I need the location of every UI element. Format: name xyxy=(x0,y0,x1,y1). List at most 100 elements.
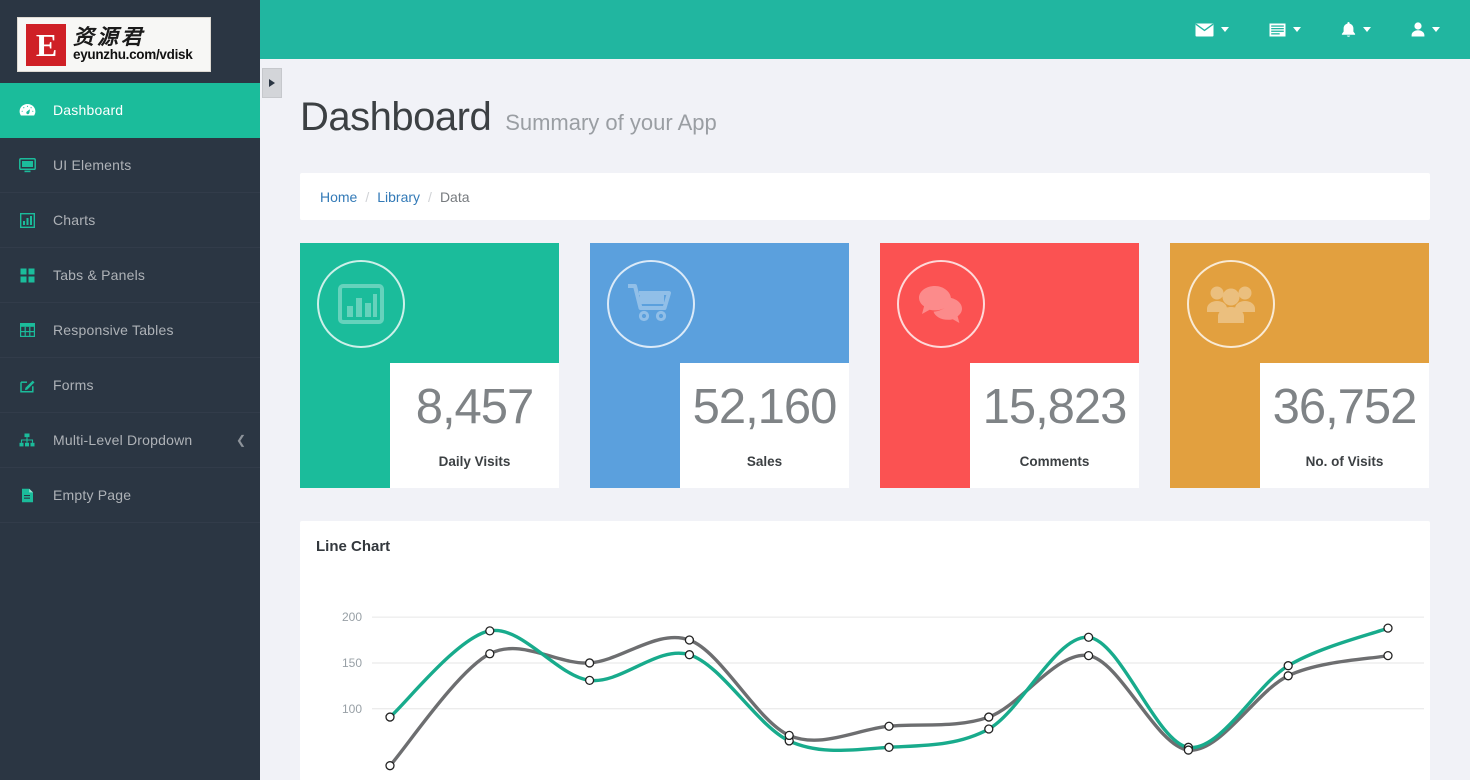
sitemap-icon xyxy=(15,433,39,447)
chart-title: Line Chart xyxy=(316,538,391,555)
chevron-down-icon xyxy=(1363,27,1371,32)
page-subtitle: Summary of your App xyxy=(505,110,717,135)
logo-url-text: eyunzhu.com/vdisk xyxy=(73,47,193,63)
breadcrumb-item-library[interactable]: Library xyxy=(377,189,420,205)
chart-data-point[interactable] xyxy=(485,649,495,659)
cart-icon xyxy=(607,260,695,348)
logo-letter: E xyxy=(35,26,57,63)
sidebar-toggle-button[interactable] xyxy=(262,68,282,98)
sidebar-item-label: Charts xyxy=(53,212,96,228)
stat-label: Sales xyxy=(746,453,783,469)
chart-data-point[interactable] xyxy=(1383,623,1393,633)
main-content: Dashboard Summary of your App Home / Lib… xyxy=(260,59,1470,780)
stat-label: Daily Visits xyxy=(438,453,511,469)
users-icon xyxy=(1187,260,1275,348)
sidebar-item-empty-page[interactable]: Empty Page xyxy=(0,468,260,523)
chart-data-point[interactable] xyxy=(485,626,495,636)
navbar-tasks-dropdown[interactable] xyxy=(1249,0,1321,59)
logo-box: E 资源君 eyunzhu.com/vdisk xyxy=(17,17,211,72)
chart-data-point[interactable] xyxy=(784,730,794,741)
sidebar: E 资源君 eyunzhu.com/vdisk Dashboard UI Ele… xyxy=(0,0,260,780)
breadcrumb-item-data: Data xyxy=(439,188,470,205)
logo-text: 资源君 eyunzhu.com/vdisk xyxy=(73,25,193,63)
chart-y-tick-label: 150 xyxy=(342,656,362,670)
chart-series-line xyxy=(388,626,1390,753)
chart-data-point[interactable] xyxy=(1183,745,1194,755)
sidebar-item-charts[interactable]: Charts xyxy=(0,193,260,248)
stat-value: 36,752 xyxy=(1272,379,1418,434)
chart-data-point[interactable] xyxy=(1083,632,1094,642)
navbar-notifications-dropdown[interactable] xyxy=(1321,0,1391,59)
sidebar-item-forms[interactable]: Forms xyxy=(0,358,260,413)
stat-card-comments[interactable]: 15,823 Comments xyxy=(880,243,1139,488)
chart-data-point[interactable] xyxy=(385,712,395,722)
bar-chart-icon xyxy=(15,212,39,228)
chart-y-tick-label: 100 xyxy=(342,702,362,716)
chevron-down-icon xyxy=(1432,27,1440,32)
sidebar-item-responsive-tables[interactable]: Responsive Tables xyxy=(0,303,260,358)
chart-data-point[interactable] xyxy=(1283,661,1293,671)
chart-data-point[interactable] xyxy=(684,635,695,645)
grid-icon xyxy=(15,268,39,283)
chart-data-point[interactable] xyxy=(884,721,894,731)
sidebar-item-tabs-panels[interactable]: Tabs & Panels xyxy=(0,248,260,303)
dashboard-icon xyxy=(15,103,39,118)
line-chart-plot[interactable]: 100 150 200 xyxy=(300,561,1430,780)
comments-icon xyxy=(897,260,985,348)
breadcrumb-item-home[interactable]: Home xyxy=(320,189,357,205)
sidebar-item-label: Empty Page xyxy=(53,487,132,503)
stat-card-no-of-visits[interactable]: 36,752 No. of Visits xyxy=(1170,243,1429,488)
table-icon xyxy=(15,323,39,337)
chart-data-point[interactable] xyxy=(584,675,595,686)
sidebar-item-multi-level-dropdown[interactable]: Multi-Level Dropdown ❮ xyxy=(0,413,260,468)
chart-data-point[interactable] xyxy=(385,761,395,771)
chart-data-point[interactable] xyxy=(684,650,695,660)
breadcrumb: Home / Library / Data xyxy=(300,173,1430,220)
chart-data-point[interactable] xyxy=(984,724,994,734)
stat-label: No. of Visits xyxy=(1305,453,1384,469)
sidebar-item-ui-elements[interactable]: UI Elements xyxy=(0,138,260,193)
sidebar-nav: Dashboard UI Elements Charts Tabs & Pane… xyxy=(0,83,260,523)
sidebar-item-label: Dashboard xyxy=(53,102,124,118)
desktop-icon xyxy=(15,157,39,173)
app-root: E 资源君 eyunzhu.com/vdisk Dashboard UI Ele… xyxy=(0,0,1470,780)
chart-data-point[interactable] xyxy=(1383,650,1393,661)
bell-icon xyxy=(1341,21,1356,38)
stat-label: Comments xyxy=(1019,453,1090,469)
chart-data-point[interactable] xyxy=(584,658,595,668)
chevron-left-icon: ❮ xyxy=(235,433,246,447)
file-icon xyxy=(15,488,39,503)
page-header: Dashboard Summary of your App xyxy=(260,59,1470,140)
edit-icon xyxy=(15,378,39,393)
navbar-mail-dropdown[interactable] xyxy=(1175,0,1249,59)
sidebar-item-label: Responsive Tables xyxy=(53,322,174,338)
sidebar-item-label: Tabs & Panels xyxy=(53,267,146,283)
breadcrumb-separator: / xyxy=(428,188,432,205)
line-chart-card: Line Chart 100 150 200 xyxy=(300,521,1430,780)
chevron-down-icon xyxy=(1293,27,1301,32)
stat-card-panel: 52,160 Sales xyxy=(680,363,849,488)
chart-data-point[interactable] xyxy=(984,712,994,722)
stat-value: 8,457 xyxy=(415,379,535,434)
caret-right-icon xyxy=(269,79,275,87)
stat-card-sales[interactable]: 52,160 Sales xyxy=(590,243,849,488)
chart-data-point[interactable] xyxy=(1083,650,1094,661)
logo-e-mark: E xyxy=(26,23,66,66)
navbar-account-dropdown[interactable] xyxy=(1391,0,1460,59)
page-title: Dashboard xyxy=(300,95,492,139)
breadcrumb-separator: / xyxy=(365,188,370,205)
logo-chinese-text: 资源君 xyxy=(73,25,145,50)
stat-card-daily-visits[interactable]: 8,457 Daily Visits xyxy=(300,243,559,488)
chart-data-point[interactable] xyxy=(1283,671,1293,681)
sidebar-item-label: Forms xyxy=(53,377,94,393)
line-chart-svg: 100 150 200 xyxy=(342,610,1424,771)
stat-cards: 8,457 Daily Visits 52,160 Sales 15,823 C… xyxy=(300,243,1430,488)
stat-value: 52,160 xyxy=(692,379,838,434)
sidebar-item-dashboard[interactable]: Dashboard xyxy=(0,83,260,138)
stat-card-panel: 8,457 Daily Visits xyxy=(390,363,559,488)
chart-y-tick-label: 200 xyxy=(342,610,362,624)
stat-card-panel: 15,823 Comments xyxy=(970,363,1139,488)
chart-data-point[interactable] xyxy=(884,742,894,752)
envelope-icon xyxy=(1195,23,1214,37)
sidebar-item-label: UI Elements xyxy=(53,157,132,173)
